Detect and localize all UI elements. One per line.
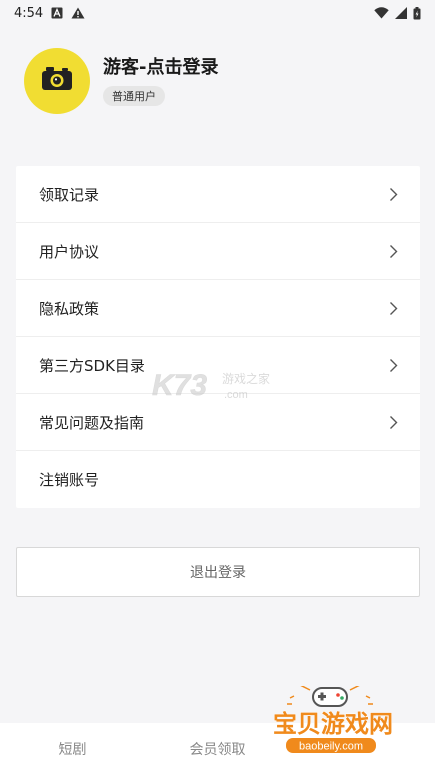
k73-domain-text: .com [224,389,248,401]
warning-icon [71,7,85,19]
logout-button[interactable]: 退出登录 [16,547,420,597]
k73-watermark: K73 游戏之家 .com [152,365,282,409]
wifi-icon [374,7,389,19]
battery-icon [413,6,421,20]
profile-text: 游客-点击登录 普通用户 [103,56,218,106]
menu-item-label: 常见问题及指南 [39,413,145,432]
baobei-logo-text: 宝贝游戏网 [273,710,393,738]
signal-icon [395,7,407,19]
menu-item-label: 第三方SDK目录 [39,356,145,375]
camera-icon [40,66,74,96]
status-left: 4:54 [14,6,85,21]
status-time: 4:54 [14,5,44,21]
menu-item-label: 隐私政策 [39,299,100,318]
menu-list: 领取记录 用户协议 隐私政策 第三方SDK目录 常见问题及指南 注销账号 [16,166,420,508]
menu-item-label: 用户协议 [39,242,100,261]
k73-sub-text: 游戏之家 [222,371,270,386]
menu-item-label: 注销账号 [39,471,100,489]
k73-logo-text: K73 [152,369,207,402]
menu-item-user-agreement[interactable]: 用户协议 [16,223,420,280]
nav-item-short-drama[interactable]: 短剧 [0,739,145,759]
username[interactable]: 游客-点击登录 [103,56,218,80]
chevron-right-icon [389,358,398,373]
chevron-right-icon [389,415,398,430]
baobei-url-text: baobeily.com [299,741,363,753]
baobei-watermark: 宝贝游戏网 baobeily.com [258,683,408,762]
avatar[interactable] [24,48,90,114]
profile-header[interactable]: 游客-点击登录 普通用户 [24,48,218,114]
chevron-right-icon [389,244,398,259]
user-level-badge: 普通用户 [103,86,165,106]
status-right [374,6,421,20]
chevron-right-icon [389,187,398,202]
chevron-right-icon [389,301,398,316]
notification-a-icon [51,7,63,19]
gamepad-icon [287,683,373,707]
menu-item-privacy-policy[interactable]: 隐私政策 [16,280,420,337]
menu-item-label: 领取记录 [39,185,100,204]
menu-item-delete-account[interactable]: 注销账号 [16,451,420,508]
menu-item-claim-records[interactable]: 领取记录 [16,166,420,223]
status-bar: 4:54 [0,0,435,26]
